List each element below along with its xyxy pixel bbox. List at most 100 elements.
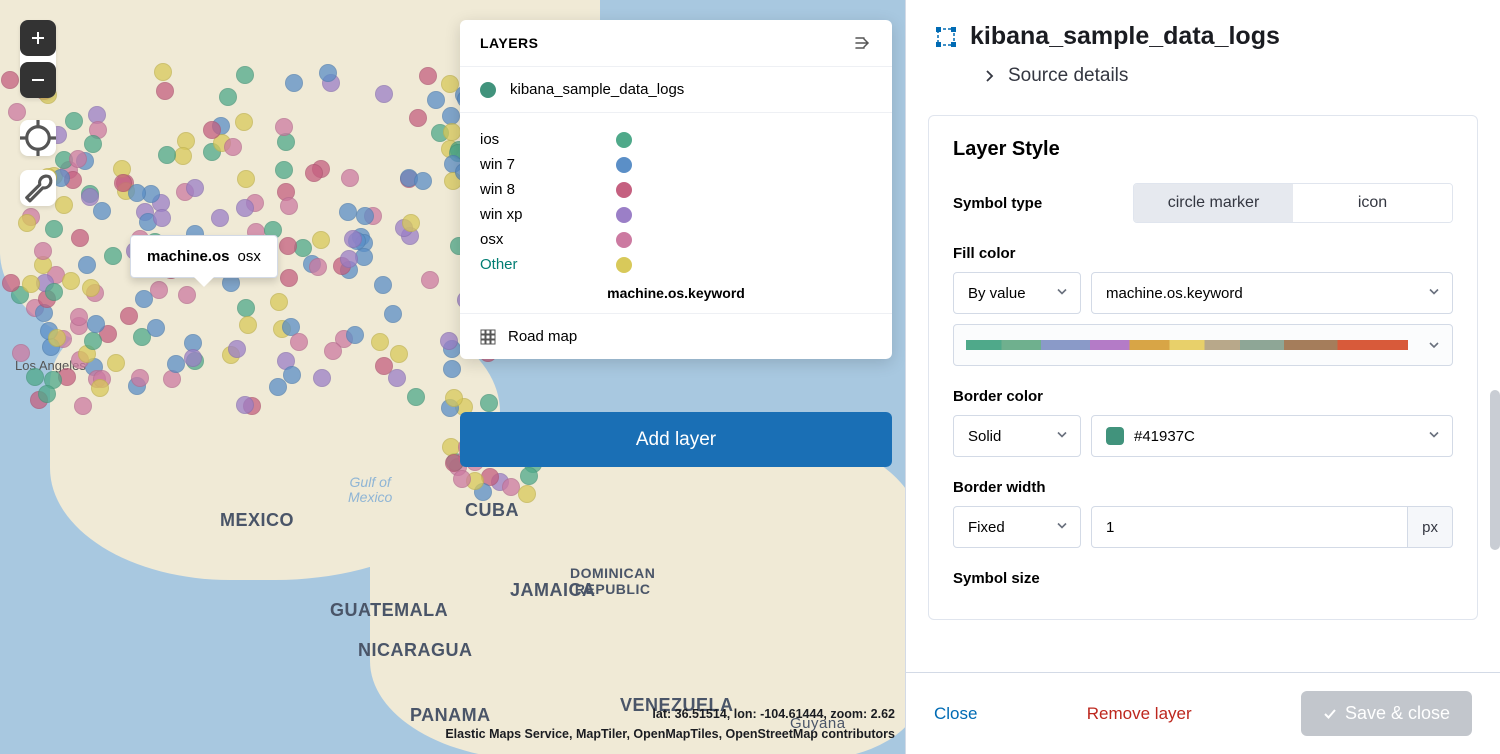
data-point[interactable] — [135, 290, 153, 308]
data-point[interactable] — [184, 349, 202, 367]
data-point[interactable] — [69, 150, 87, 168]
data-point[interactable] — [8, 103, 26, 121]
border-color-mode-select[interactable]: Solid — [953, 415, 1081, 457]
data-point[interactable] — [279, 237, 297, 255]
fill-color-mode-select[interactable]: By value — [953, 272, 1081, 314]
data-point[interactable] — [384, 305, 402, 323]
zoom-out-button[interactable] — [20, 62, 56, 98]
data-point[interactable] — [371, 333, 389, 351]
data-point[interactable] — [91, 379, 109, 397]
data-point[interactable] — [390, 345, 408, 363]
data-point[interactable] — [421, 271, 439, 289]
data-point[interactable] — [419, 67, 437, 85]
zoom-controls — [20, 20, 56, 98]
data-point[interactable] — [275, 118, 293, 136]
legend-swatch — [616, 182, 632, 198]
data-point[interactable] — [443, 360, 461, 378]
data-point[interactable] — [356, 207, 374, 225]
data-point[interactable] — [324, 342, 342, 360]
layer-row[interactable]: kibana_sample_data_logs — [460, 67, 892, 113]
scrollbar[interactable] — [1490, 390, 1500, 550]
add-layer-button[interactable]: Add layer — [460, 412, 892, 467]
border-width-input[interactable] — [1091, 506, 1408, 548]
data-point[interactable] — [211, 209, 229, 227]
symbol-type-icon-button[interactable]: icon — [1293, 184, 1452, 222]
fill-color-field-select[interactable]: machine.os.keyword — [1091, 272, 1453, 314]
data-point[interactable] — [84, 135, 102, 153]
data-point[interactable] — [409, 109, 427, 127]
data-point[interactable] — [237, 299, 255, 317]
chevron-right-icon — [984, 70, 996, 82]
data-point[interactable] — [163, 370, 181, 388]
data-point[interactable] — [70, 308, 88, 326]
legend-item: osx — [480, 227, 872, 252]
data-point[interactable] — [154, 63, 172, 81]
data-point[interactable] — [178, 286, 196, 304]
data-point[interactable] — [388, 369, 406, 387]
data-point[interactable] — [340, 250, 358, 268]
legend-label: ios — [480, 131, 616, 148]
data-point[interactable] — [38, 385, 56, 403]
legend-label: win 8 — [480, 181, 616, 198]
data-point[interactable] — [71, 229, 89, 247]
data-point[interactable] — [344, 230, 362, 248]
data-point[interactable] — [12, 344, 30, 362]
data-point[interactable] — [407, 388, 425, 406]
save-close-button[interactable]: Save & close — [1301, 691, 1472, 736]
collapse-icon[interactable] — [854, 34, 872, 52]
data-point[interactable] — [445, 389, 463, 407]
data-point[interactable] — [305, 164, 323, 182]
data-point[interactable] — [174, 147, 192, 165]
data-point[interactable] — [34, 242, 52, 260]
data-point[interactable] — [319, 64, 337, 82]
color-swatch — [1106, 427, 1124, 445]
data-point[interactable] — [203, 121, 221, 139]
data-point[interactable] — [156, 82, 174, 100]
data-point[interactable] — [427, 91, 445, 109]
data-point[interactable] — [236, 396, 254, 414]
crosshair-icon — [20, 120, 56, 156]
data-point[interactable] — [2, 274, 20, 292]
color-ramp-select[interactable] — [953, 324, 1453, 366]
legend-label: win 7 — [480, 156, 616, 173]
border-width-mode-select[interactable]: Fixed — [953, 506, 1081, 548]
data-point[interactable] — [239, 316, 257, 334]
data-point[interactable] — [104, 247, 122, 265]
source-details-toggle[interactable]: Source details — [984, 65, 1470, 87]
field-label: Symbol size — [953, 570, 1453, 587]
data-point[interactable] — [114, 174, 132, 192]
data-point[interactable] — [440, 332, 458, 350]
data-point[interactable] — [312, 231, 330, 249]
data-point[interactable] — [26, 368, 44, 386]
data-point[interactable] — [186, 179, 204, 197]
legend-swatch — [616, 157, 632, 173]
data-point[interactable] — [18, 214, 36, 232]
data-point[interactable] — [48, 329, 66, 347]
data-point[interactable] — [480, 394, 498, 412]
legend-item: ios — [480, 127, 872, 152]
data-point[interactable] — [339, 203, 357, 221]
border-color-value-select[interactable]: #41937C — [1091, 415, 1453, 457]
data-point[interactable] — [443, 123, 461, 141]
tools-button[interactable] — [20, 170, 56, 206]
basemap-row[interactable]: Road map — [460, 314, 892, 359]
data-point[interactable] — [236, 199, 254, 217]
symbol-type-circle-button[interactable]: circle marker — [1134, 184, 1293, 222]
data-point[interactable] — [270, 293, 288, 311]
data-point[interactable] — [147, 319, 165, 337]
zoom-in-button[interactable] — [20, 20, 56, 56]
data-point[interactable] — [219, 88, 237, 106]
legend-item: win 8 — [480, 177, 872, 202]
data-point[interactable] — [290, 333, 308, 351]
data-point[interactable] — [402, 214, 420, 232]
close-button[interactable]: Close — [934, 704, 977, 724]
panel-title: kibana_sample_data_logs — [970, 22, 1280, 51]
fit-bounds-button[interactable] — [20, 120, 56, 156]
chevron-down-icon — [1428, 339, 1440, 351]
data-point[interactable] — [235, 113, 253, 131]
data-point[interactable] — [346, 326, 364, 344]
data-point[interactable] — [55, 196, 73, 214]
legend: ioswin 7win 8win xposxOther machine.os.k… — [460, 113, 892, 314]
remove-layer-button[interactable]: Remove layer — [1087, 704, 1192, 724]
data-point[interactable] — [453, 470, 471, 488]
